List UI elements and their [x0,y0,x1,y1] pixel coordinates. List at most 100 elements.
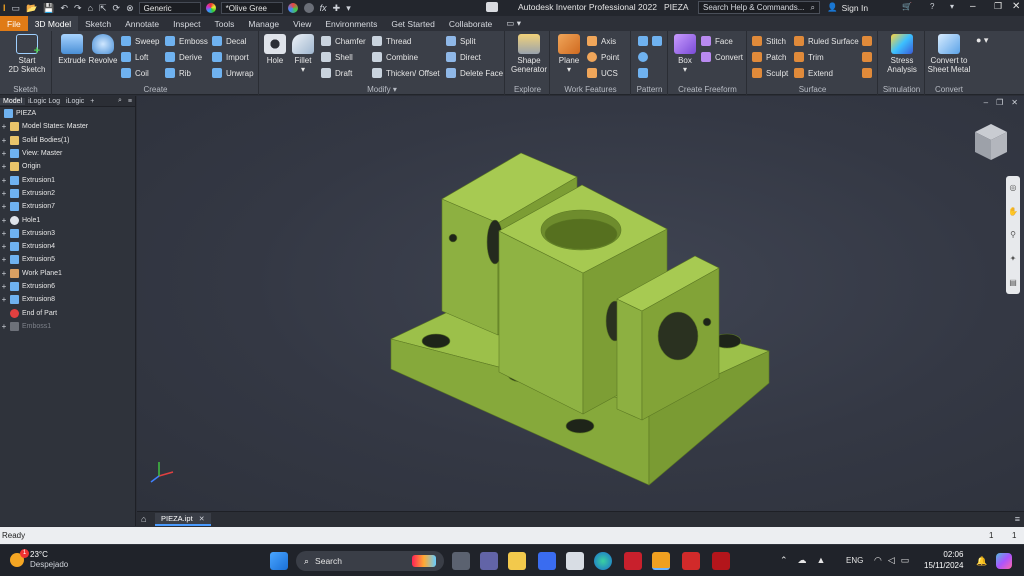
appearance-dropdown[interactable]: Generic [138,2,201,14]
steering-wheel-icon[interactable]: ◎ [1010,183,1017,192]
color-wheel-icon[interactable] [205,3,216,13]
browser-menu-icon[interactable]: ≡ [125,98,135,105]
graphics-viewport[interactable]: – ❐ ✕ ◎ ✋ ⚲ ✦ ▤ [137,96,1024,511]
select-icon[interactable]: ⊗ [123,1,137,15]
plus-icon[interactable]: ✚ [330,1,344,15]
edge-icon[interactable] [594,552,612,570]
tab-view[interactable]: View [286,16,318,31]
tab-manage[interactable]: Manage [241,16,286,31]
tray-app-icon[interactable]: ▲ [817,555,826,566]
ribbon-toggle-icon[interactable]: ▭ ▾ [499,16,528,31]
viewcube[interactable] [972,122,1010,162]
tab-model[interactable]: Model [0,97,26,105]
expand-icon[interactable]: + [0,216,8,225]
circular-pattern-button[interactable] [638,50,652,64]
home-tab-icon[interactable]: ⌂ [141,514,146,524]
tray-chevron-icon[interactable]: ⌃ [780,555,788,566]
fillet-button[interactable]: Fillet ▾ [289,34,317,74]
close-button[interactable]: ✕ [1012,1,1020,12]
expand-icon[interactable]: + [0,189,8,198]
chamfer-button[interactable]: Chamfer [321,34,366,48]
loft-button[interactable]: Loft [121,50,148,64]
tab-tools[interactable]: Tools [208,16,242,31]
tab-3d-model[interactable]: 3D Model [27,16,79,31]
panel-label-modify[interactable]: Modify ▾ [260,85,504,94]
tray-status-icons[interactable]: ◠ ◁ ▭ [874,555,909,566]
taskbar-search[interactable]: ⌕ Search [296,551,444,571]
rectangular-pattern-button[interactable] [638,34,666,48]
trim-button[interactable]: Trim [794,50,824,64]
doc-tab-pieza[interactable]: PIEZA.ipt ✕ [155,513,211,526]
import-button[interactable]: Import [212,50,249,64]
calculator-icon[interactable] [566,552,584,570]
tab-sketch[interactable]: Sketch [78,16,118,31]
stitch-button[interactable]: Stitch [752,34,786,48]
tree-item-model-states-master[interactable]: + Model States: Master [0,120,135,133]
expand-icon[interactable]: + [0,282,8,291]
app-icon-blue[interactable] [538,552,556,570]
expand-icon[interactable]: + [0,269,8,278]
inventor-logo-icon[interactable]: I [0,1,9,15]
zoom-icon[interactable]: ⚲ [1010,230,1016,239]
expand-icon[interactable]: + [0,176,8,185]
delete-face-button[interactable]: Delete Face [446,66,503,80]
extrude-button[interactable]: Extrude [57,34,87,65]
language-indicator[interactable]: ENG [846,556,863,565]
part-model[interactable] [137,96,1024,511]
box-button[interactable]: Box ▾ [672,34,698,74]
tree-item-extrusion8[interactable]: + Extrusion8 [0,293,135,306]
surface-extra2-button[interactable] [862,50,876,64]
point-button[interactable]: Point [587,50,619,64]
ucs-button[interactable]: UCS [587,66,618,80]
tree-item-origin[interactable]: + Origin [0,160,135,173]
autocad-icon[interactable] [682,552,700,570]
maximize-button[interactable]: ❐ [994,1,1002,12]
ruled-surface-button[interactable]: Ruled Surface [794,34,859,48]
hole-button[interactable]: Hole [262,34,288,65]
look-at-icon[interactable]: ▤ [1009,278,1017,287]
tree-item-emboss1[interactable]: + Emboss1 [0,320,135,333]
teams-icon[interactable] [480,552,498,570]
expand-icon[interactable]: + [0,242,8,251]
windows-start-icon[interactable] [270,552,288,570]
save-icon[interactable]: 💾 [40,1,57,15]
emboss-button[interactable]: Emboss [165,34,208,48]
decal-button[interactable]: Decal [212,34,246,48]
clock[interactable]: 02:06 15/11/2024 [924,549,963,571]
draft-button[interactable]: Draft [321,66,352,80]
tab-get-started[interactable]: Get Started [384,16,441,31]
tab-file[interactable]: File [0,16,28,31]
tree-item-extrusion5[interactable]: + Extrusion5 [0,253,135,266]
expand-icon[interactable]: + [0,255,8,264]
tab-inspect[interactable]: Inspect [166,16,207,31]
help-icon[interactable]: ? [930,2,934,11]
rib-button[interactable]: Rib [165,66,191,80]
extend-button[interactable]: Extend [794,66,833,80]
return-icon[interactable]: ⇱ [96,1,110,15]
doc-tab-close-icon[interactable]: ✕ [199,515,205,523]
minimize-button[interactable]: – [970,1,976,12]
split-button[interactable]: Split [446,34,476,48]
inventor-taskbar-icon[interactable] [652,552,670,570]
tab-annotate[interactable]: Annotate [118,16,166,31]
sweep-button[interactable]: Sweep [121,34,159,48]
plane-button[interactable]: Plane ▾ [555,34,583,74]
tree-item-work-plane1[interactable]: + Work Plane1 [0,267,135,280]
notification-bell-icon[interactable]: 🔔 [976,556,987,567]
box-dropdown-icon[interactable]: ▾ [683,65,687,74]
surface-extra1-button[interactable] [862,34,876,48]
expand-icon[interactable]: + [0,122,8,131]
help-search-input[interactable]: Search Help & Commands... ⌕ [698,1,820,14]
tab-environments[interactable]: Environments [318,16,384,31]
stress-analysis-button[interactable]: Stress Analysis [883,34,921,74]
new-icon[interactable]: ▭ [9,1,24,15]
help-dropdown-icon[interactable]: ▾ [950,2,954,11]
revolve-button[interactable]: Revolve [87,34,119,65]
open-icon[interactable]: 📂 [23,1,40,15]
acrobat-icon[interactable] [712,552,730,570]
tree-item-hole1[interactable]: + Hole1 [0,213,135,226]
unwrap-button[interactable]: Unwrap [212,66,254,80]
sketch-pattern-button[interactable] [638,66,652,80]
expand-icon[interactable]: + [0,229,8,238]
pan-icon[interactable]: ✋ [1008,207,1018,216]
